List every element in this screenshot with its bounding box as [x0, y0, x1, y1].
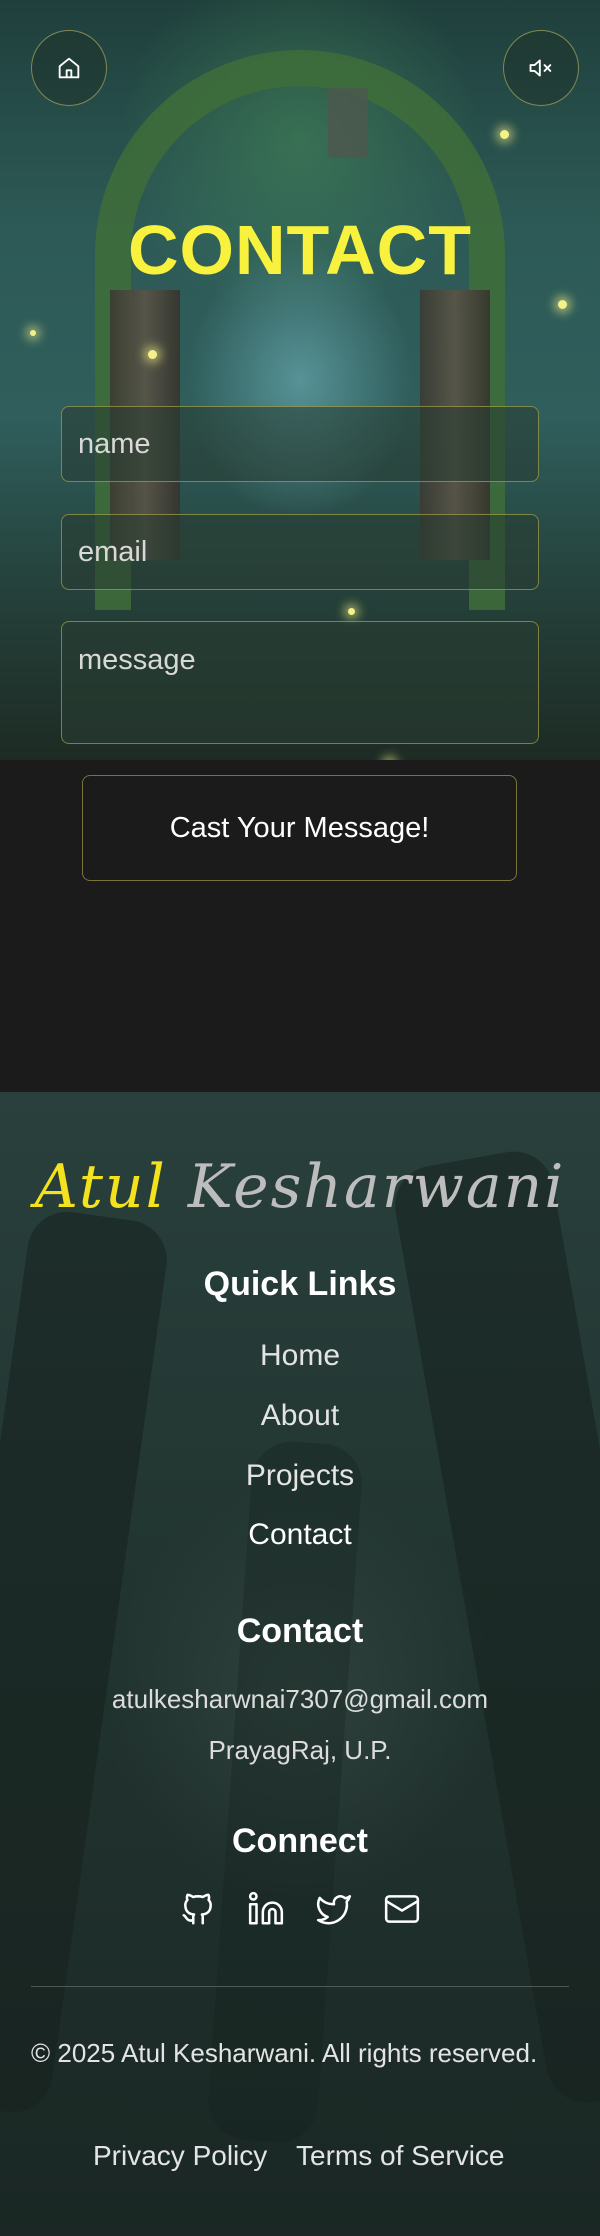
footer-divider	[31, 1986, 569, 1987]
github-link[interactable]	[179, 1890, 217, 1928]
mail-link[interactable]	[383, 1890, 421, 1928]
name-placeholder: name	[78, 427, 151, 460]
mute-icon	[529, 59, 552, 77]
social-links	[0, 1890, 600, 1928]
cast-message-button[interactable]: Cast Your Message!	[82, 775, 517, 881]
email-input[interactable]: email	[61, 514, 539, 590]
quick-links-heading: Quick Links	[203, 1265, 397, 1303]
twitter-icon	[316, 1895, 352, 1925]
logo-last-name: Kesharwani	[187, 1152, 566, 1222]
mail-icon	[384, 1895, 420, 1923]
contact-heading: Contact	[236, 1612, 364, 1650]
logo-first-name: Atul	[34, 1152, 167, 1222]
connect-heading: Connect	[232, 1822, 368, 1860]
footer-link-home[interactable]: Home	[0, 1339, 600, 1373]
footer-link-about[interactable]: About	[0, 1399, 600, 1433]
footer-link-contact[interactable]: Contact	[0, 1518, 600, 1552]
cast-message-label: Cast Your Message!	[169, 811, 430, 844]
copyright-text: © 2025 Atul Kesharwani. All rights reser…	[31, 2038, 538, 2068]
github-icon	[182, 1893, 212, 1925]
footer-link-projects[interactable]: Projects	[0, 1459, 600, 1493]
footer-logo[interactable]: Atul Kesharwani	[0, 1152, 600, 1222]
contact-hero: CONTACT name email message	[0, 0, 600, 760]
home-button[interactable]	[31, 30, 107, 106]
linkedin-icon	[248, 1891, 284, 1925]
contact-email[interactable]: atulkesharwnai7307@gmail.com	[0, 1684, 600, 1715]
name-input[interactable]: name	[61, 406, 539, 482]
email-placeholder: email	[78, 535, 148, 568]
privacy-policy-link[interactable]: Privacy Policy	[93, 2140, 267, 2172]
linkedin-link[interactable]	[247, 1890, 285, 1928]
message-placeholder: message	[78, 644, 196, 676]
message-textarea[interactable]: message	[61, 621, 539, 744]
twitter-link[interactable]	[315, 1890, 353, 1928]
home-icon	[58, 57, 80, 79]
mute-button[interactable]	[503, 30, 579, 106]
page-title: CONTACT	[128, 211, 472, 289]
contact-location: PrayagRaj, U.P.	[208, 1735, 392, 1765]
terms-of-service-link[interactable]: Terms of Service	[296, 2140, 505, 2172]
